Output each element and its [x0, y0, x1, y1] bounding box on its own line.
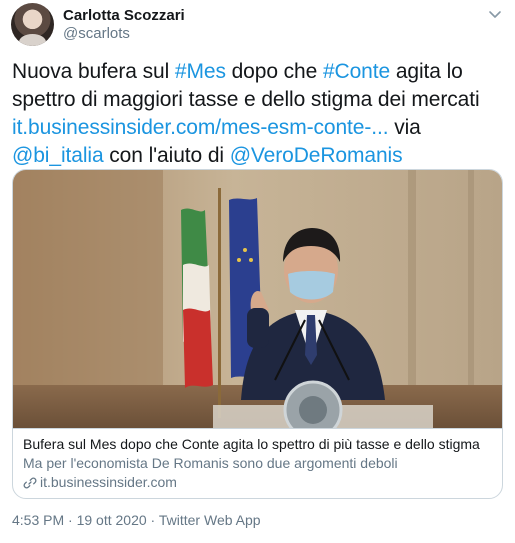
tweet-time[interactable]: 4:53 PM	[12, 512, 64, 528]
tweet-text-part: con l'aiuto di	[103, 144, 230, 167]
meta-separator: ·	[68, 512, 73, 528]
mention-bi-italia[interactable]: @bi_italia	[12, 144, 104, 167]
card-body: Bufera sul Mes dopo che Conte agita lo s…	[13, 428, 502, 498]
card-domain-row: it.businessinsider.com	[23, 473, 494, 492]
author-name[interactable]: Carlotta Scozzari	[63, 7, 185, 24]
mention-vero-de-romanis[interactable]: @VeroDeRomanis	[230, 144, 403, 167]
card-image[interactable]	[13, 170, 502, 428]
link-card[interactable]: Bufera sul Mes dopo che Conte agita lo s…	[12, 169, 503, 499]
chevron-down-icon[interactable]	[487, 6, 503, 22]
card-domain: it.businessinsider.com	[40, 474, 177, 490]
link-icon	[23, 477, 37, 488]
author-handle[interactable]: @scarlots	[63, 25, 130, 42]
tweet-text: Nuova bufera sul #Mes dopo che #Conte ag…	[12, 58, 507, 170]
tweet: Carlotta Scozzari @scarlots Nuova bufera…	[0, 0, 515, 543]
tweet-text-part: via	[388, 116, 421, 139]
tweet-source[interactable]: Twitter Web App	[159, 512, 261, 528]
tweet-date[interactable]: 19 ott 2020	[77, 512, 147, 528]
tweet-meta: 4:53 PM · 19 ott 2020 · Twitter Web App	[12, 512, 261, 528]
tweet-text-part: dopo che	[225, 60, 323, 83]
meta-separator: ·	[150, 512, 156, 528]
press-conference-photo	[13, 170, 502, 428]
card-description: Ma per l'economista De Romanis sono due …	[23, 455, 398, 471]
avatar[interactable]	[11, 3, 54, 46]
hashtag-mes[interactable]: #Mes	[175, 60, 226, 83]
article-link[interactable]: it.businessinsider.com/mes-esm-conte-...	[12, 116, 389, 139]
hashtag-conte[interactable]: #Conte	[323, 60, 390, 83]
card-title[interactable]: Bufera sul Mes dopo che Conte agita lo s…	[23, 435, 494, 454]
tweet-text-part: Nuova bufera sul	[12, 60, 175, 83]
